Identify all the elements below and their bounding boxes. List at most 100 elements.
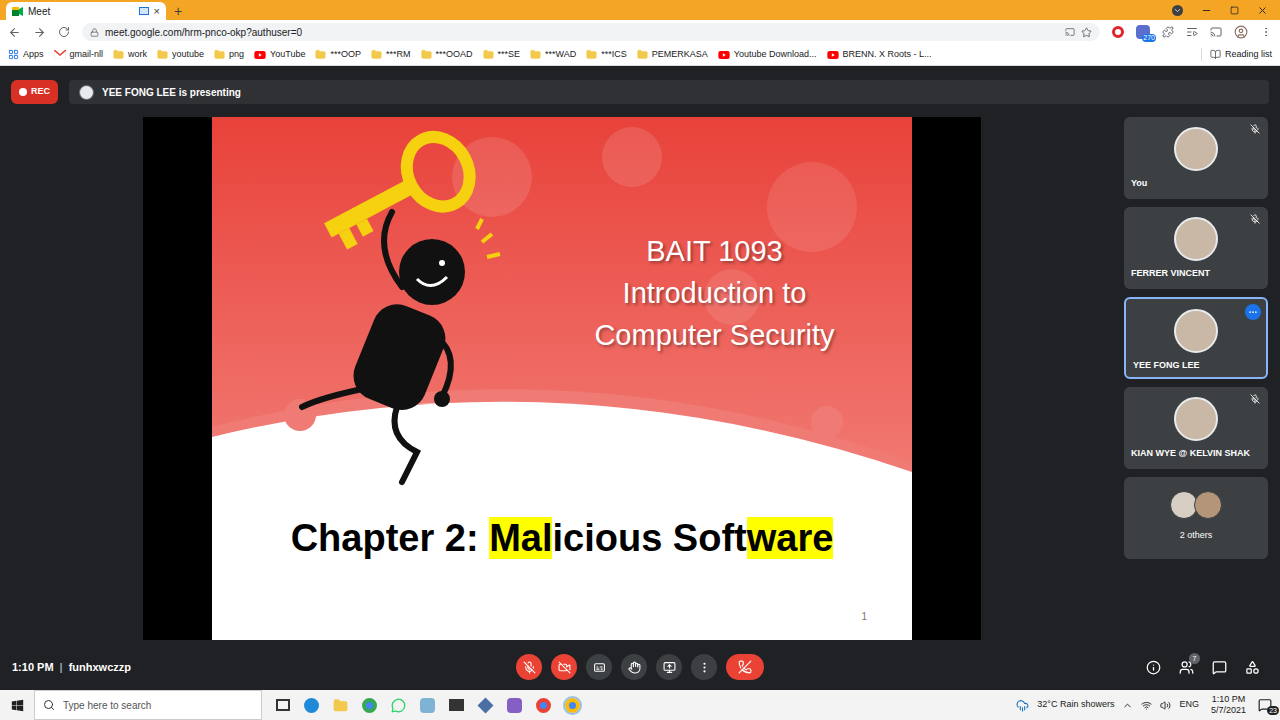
meet-body: BAIT 1093Introduction toComputer Securit… (0, 117, 1280, 640)
bookmark-item[interactable]: ***OOAD (421, 48, 473, 62)
cast-icon[interactable] (1210, 26, 1222, 38)
camera-button[interactable] (551, 654, 577, 680)
bookmark-item[interactable]: work (113, 48, 147, 62)
hand-icon (628, 661, 641, 674)
participant-tile[interactable]: YEE FONG LEE (1124, 297, 1268, 379)
tray-expand-icon[interactable] (1122, 700, 1133, 711)
minimize-icon[interactable] (1201, 5, 1212, 16)
folder-icon (421, 49, 432, 60)
bookmark-item[interactable]: youtube (157, 48, 204, 62)
bookmark-star-icon[interactable] (1081, 27, 1092, 38)
taskbar-search[interactable]: Type here to search (34, 690, 262, 720)
media-icon[interactable] (1186, 26, 1198, 38)
start-button[interactable] (0, 690, 34, 720)
notification-button[interactable]: 23 (1258, 698, 1274, 712)
presenting-banner: YEE FONG LEE is presenting (69, 80, 1269, 104)
folder-icon (530, 49, 541, 60)
bookmark-item[interactable]: png (214, 48, 244, 62)
whatsapp-icon[interactable] (391, 698, 406, 713)
new-tab-button[interactable]: + (174, 4, 182, 18)
bookmark-item[interactable]: ***RM (371, 48, 411, 62)
youtube-icon (254, 49, 266, 61)
more-icon (698, 661, 711, 674)
file-explorer-icon[interactable] (333, 698, 348, 713)
bookmark-item[interactable]: YouTube (254, 48, 305, 62)
folder-icon (637, 49, 648, 60)
taskbar: Type here to search 32°C Rain showers ENG 1… (0, 690, 1280, 720)
forward-icon[interactable] (33, 26, 46, 39)
chrome-icon[interactable] (362, 698, 377, 713)
more-options-button[interactable] (691, 654, 717, 680)
presentation: BAIT 1093Introduction toComputer Securit… (143, 117, 981, 640)
folder-icon (157, 49, 168, 60)
task-view-icon[interactable] (276, 699, 290, 711)
notes-app-icon[interactable] (420, 698, 435, 713)
visual-studio-icon[interactable] (507, 698, 522, 713)
participant-avatar (1174, 217, 1218, 261)
tab-close-button[interactable]: × (154, 6, 160, 17)
bookmark-item[interactable]: ***WAD (530, 48, 576, 62)
clock[interactable]: 1:10 PM5/7/2021 (1207, 694, 1250, 716)
reading-list[interactable]: Reading list (1201, 48, 1272, 62)
hang-up-icon (738, 660, 752, 674)
system-tray: 32°C Rain showers ENG 1:10 PM5/7/2021 23 (1016, 694, 1280, 716)
participant-tile[interactable]: You (1124, 117, 1268, 199)
menu-icon[interactable] (1260, 26, 1272, 38)
participant-avatar (1174, 309, 1218, 353)
weather-icon (1016, 699, 1029, 712)
screen: Meet× + meet.google.com/hrm-pnco-okp?authu… (0, 0, 1280, 720)
address-field[interactable]: meet.google.com/hrm-pnco-okp?authuser=0 (82, 23, 1100, 41)
network-icon[interactable] (1141, 700, 1152, 711)
participant-tile[interactable]: KIAN WYE @ KELVIN SHAK (1124, 387, 1268, 469)
key-figure-illustration (212, 117, 542, 497)
tab-search-button[interactable] (1172, 5, 1183, 16)
tile-options-button[interactable] (1245, 304, 1261, 320)
translate-icon[interactable] (1065, 27, 1075, 37)
volume-icon[interactable] (1160, 700, 1171, 711)
profile-icon[interactable] (1234, 25, 1248, 39)
mic-off-icon (523, 661, 536, 674)
others-tile[interactable]: 2 others (1124, 477, 1268, 559)
terminal-app-icon[interactable] (449, 699, 464, 711)
meet-favicon-icon (12, 7, 23, 16)
browser-tab[interactable]: Meet× (6, 2, 166, 20)
raise-hand-button[interactable] (621, 654, 647, 680)
bookmark-item[interactable]: ***ICS (586, 48, 627, 62)
bookmark-item[interactable]: Apps (8, 48, 44, 62)
activities-icon[interactable] (1245, 660, 1260, 675)
app-icon[interactable] (478, 697, 494, 713)
tab-media-icon (139, 7, 149, 15)
meet-area: RECYEE FONG LEE is presentingBAIT 1093In… (0, 66, 1280, 690)
reload-icon[interactable] (58, 26, 70, 38)
chrome-icon[interactable] (536, 698, 551, 713)
extensions-icon[interactable] (1162, 26, 1174, 38)
present-button[interactable] (656, 654, 682, 680)
captions-button[interactable] (586, 654, 612, 680)
page-number: 1 (861, 609, 867, 624)
bookmark-item[interactable]: gmail-nll (54, 48, 104, 62)
chat-icon[interactable] (1212, 660, 1227, 675)
chrome-active-icon[interactable] (565, 698, 580, 713)
edge-icon[interactable] (304, 698, 319, 713)
extension-button[interactable]: 270 (1136, 25, 1150, 39)
bookmark-item[interactable]: ***SE (483, 48, 521, 62)
bookmark-item[interactable]: BRENN. X Roots - L... (827, 48, 932, 62)
mic-button[interactable] (516, 654, 542, 680)
apps-icon (8, 49, 19, 60)
participant-name: FERRER VINCENT (1131, 267, 1210, 281)
bookmark-item[interactable]: ***OOP (315, 48, 361, 62)
leave-call-button[interactable] (726, 654, 764, 680)
language-indicator[interactable]: ENG (1179, 698, 1199, 712)
maximize-icon[interactable] (1230, 6, 1239, 15)
meeting-info: 1:10 PM|funhxwczzp (12, 659, 432, 676)
bookmark-item[interactable]: PEMERKASA (637, 48, 708, 62)
people-button[interactable]: 7 (1179, 660, 1194, 675)
window-controls (1172, 0, 1280, 20)
participant-tile[interactable]: FERRER VINCENT (1124, 207, 1268, 289)
bookmark-item[interactable]: Youtube Download... (718, 48, 817, 62)
info-icon[interactable] (1146, 660, 1161, 675)
opera-icon[interactable] (1112, 26, 1124, 38)
back-icon[interactable] (8, 26, 21, 39)
weather-text[interactable]: 32°C Rain showers (1037, 698, 1114, 712)
close-window-icon[interactable] (1257, 5, 1268, 16)
